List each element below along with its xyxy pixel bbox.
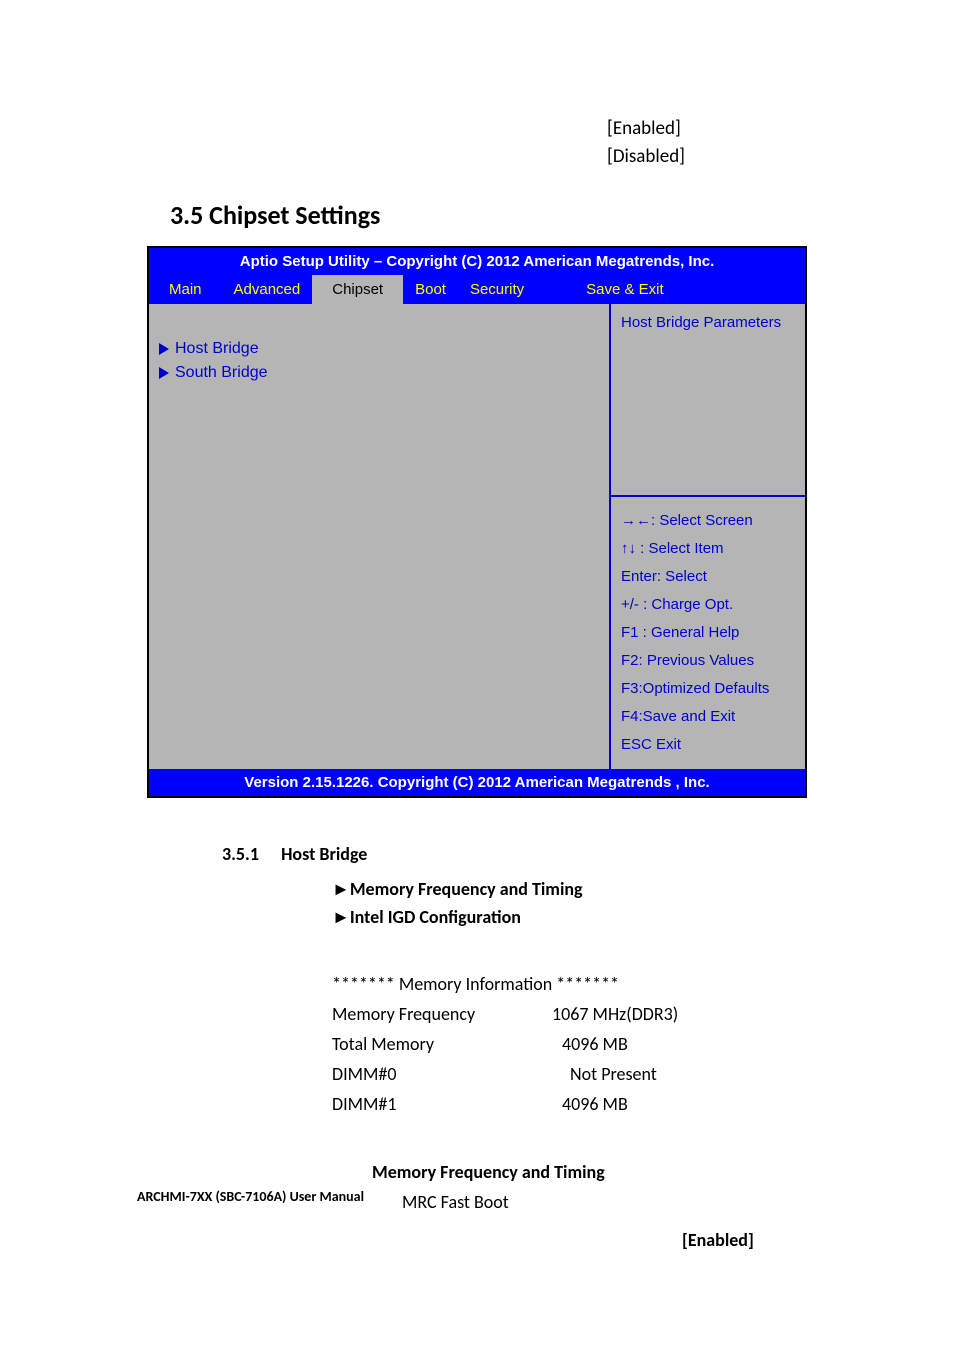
bios-tab-bar: Main Advanced Chipset Boot Security Save… [149,275,805,304]
mrc-enabled-value: [Enabled] [682,1225,817,1255]
sub-item-intel-igd: ►Intel IGD Configuration [332,903,817,931]
tab-save-exit[interactable]: Save & Exit [574,275,676,304]
mrc-block: Memory Frequency and Timing MRC Fast Boo… [372,1157,817,1255]
triangle-right-icon: ► [332,878,350,900]
help-line: F2: Previous Values [621,647,795,675]
mrc-fast-boot: MRC Fast Boot [402,1187,817,1217]
tab-advanced[interactable]: Advanced [222,275,313,304]
tab-security[interactable]: Security [458,275,536,304]
bios-footer: Version 2.15.1226. Copyright (C) 2012 Am… [149,769,805,796]
subsection-title: Host Bridge [281,843,367,865]
menu-host-bridge[interactable]: Host Bridge [159,340,599,358]
tab-chipset[interactable]: Chipset [312,275,403,304]
help-line: F3:Optimized Defaults [621,675,795,703]
mem-row-dimm1: DIMM#1 4096 MB [332,1089,817,1119]
help-line: Enter: Select [621,563,795,591]
mem-row-total: Total Memory 4096 MB [332,1029,817,1059]
help-line: +/- : Charge Opt. [621,591,795,619]
mem-info-header: ******* Memory Information ******* [332,969,817,999]
menu-south-bridge[interactable]: South Bridge [159,364,599,382]
option-disabled: [Disabled] [607,143,817,171]
help-line: →←: Select Screen [621,507,795,535]
mrc-title: Memory Frequency and Timing [372,1157,817,1187]
bios-screenshot: Aptio Setup Utility – Copyright (C) 2012… [147,246,807,798]
bios-left-pane: Host Bridge South Bridge [149,304,609,769]
mem-row-dimm0: DIMM#0 Not Present [332,1059,817,1089]
tab-main[interactable]: Main [149,275,222,304]
bios-title-bar: Aptio Setup Utility – Copyright (C) 2012… [149,248,805,275]
mem-row-frequency: Memory Frequency 1067 MHz(DDR3) [332,999,817,1029]
help-line: F1 : General Help [621,619,795,647]
page-footer-label: ARCHMI-7XX (SBC-7106A) User Manual [137,1188,364,1205]
subsection-number: 3.5.1 [222,843,277,865]
tab-boot[interactable]: Boot [403,275,458,304]
help-line: ESC Exit [621,731,795,759]
help-line: F4:Save and Exit [621,703,795,731]
bios-help-description: Host Bridge Parameters [611,304,805,495]
triangle-right-icon: ► [332,906,350,928]
subsection-heading: 3.5.1 Host Bridge [222,843,817,865]
memory-information: ******* Memory Information ******* Memor… [332,969,817,1119]
section-heading: 3.5 Chipset Settings [170,199,817,231]
help-line: ↑↓ : Select Item [621,535,795,563]
bios-right-pane: Host Bridge Parameters →←: Select Screen… [609,304,805,769]
triangle-right-icon [159,343,169,355]
menu-label: Host Bridge [175,340,259,358]
option-enabled: [Enabled] [607,115,817,143]
menu-label: South Bridge [175,364,268,382]
bios-help-keys: →←: Select Screen ↑↓ : Select Item Enter… [611,495,805,769]
triangle-right-icon [159,367,169,379]
sub-item-memory-freq: ►Memory Frequency and Timing [332,875,817,903]
